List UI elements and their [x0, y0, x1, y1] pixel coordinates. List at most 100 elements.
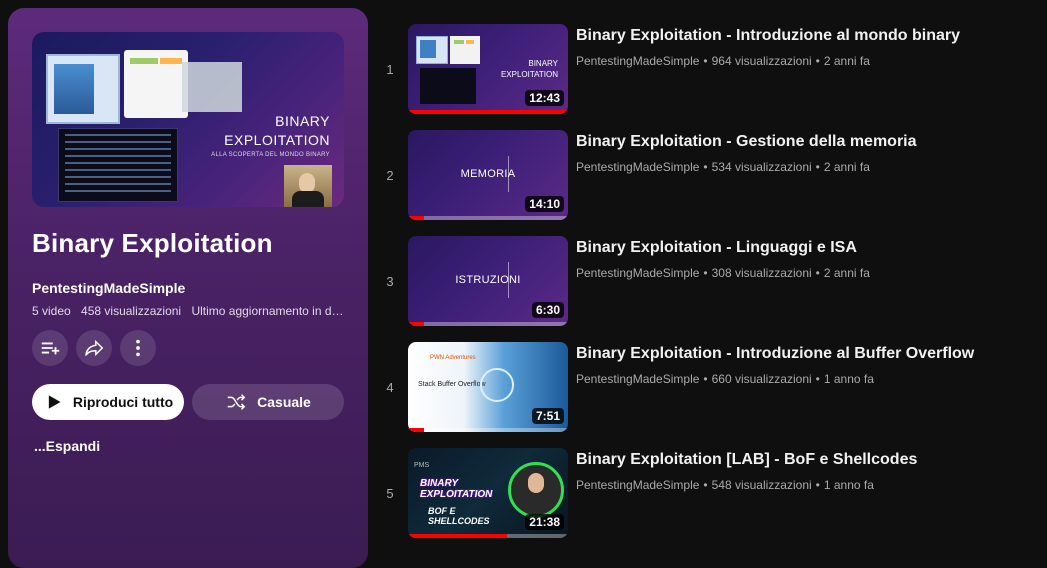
meta-separator: •	[815, 478, 820, 492]
video-channel[interactable]: PentestingMadeSimple	[576, 160, 699, 174]
video-views: 534 visualizzazioni	[711, 160, 812, 174]
expand-description-link[interactable]: ...Espandi	[34, 438, 100, 454]
playlist-title: Binary Exploitation	[32, 228, 273, 258]
video-channel[interactable]: PentestingMadeSimple	[576, 478, 699, 492]
thumb-divider	[508, 262, 509, 298]
video-duration: 14:10	[525, 196, 564, 212]
thumb-terminal-graphic	[58, 128, 178, 202]
meta-separator: •	[703, 160, 708, 174]
video-index: 3	[386, 274, 394, 289]
video-index: 4	[386, 380, 394, 395]
thumb-window-graphic	[416, 36, 448, 64]
thumb-terminal-graphic	[420, 68, 476, 104]
webcam-overlay	[284, 165, 332, 207]
playlist-video-row[interactable]: 5 PMS BINARY EXPLOITATION BOF E SHELLCOD…	[378, 448, 1047, 540]
video-duration: 12:43	[525, 90, 564, 106]
video-thumbnail[interactable]: PWN Adventures Stack Buffer Overflow 7:5…	[408, 342, 568, 432]
thumb-title: MEMORIA	[460, 168, 516, 180]
thumb-diagram-graphic	[182, 62, 242, 112]
video-meta: PentestingMadeSimple • 660 visualizzazioni…	[576, 372, 1036, 386]
save-to-playlist-button[interactable]	[32, 330, 68, 366]
playlist-channel-link[interactable]: PentestingMadeSimple	[32, 280, 185, 296]
playlist-thumbnail[interactable]: BINARY EXPLOITATION ALLA SCOPERTA DEL MO…	[32, 32, 344, 207]
video-meta: PentestingMadeSimple • 308 visualizzazioni…	[576, 266, 1036, 280]
video-age: 1 anno fa	[823, 478, 874, 492]
video-duration: 7:51	[531, 408, 564, 424]
lock-graphic	[480, 368, 514, 402]
meta-separator: •	[703, 478, 708, 492]
video-duration: 6:30	[531, 302, 564, 318]
play-all-button[interactable]: Riproduci tutto	[32, 384, 184, 420]
playlist-header-panel: BINARY EXPLOITATION ALLA SCOPERTA DEL MO…	[8, 8, 368, 568]
video-title[interactable]: Binary Exploitation - Introduzione al Bu…	[576, 345, 1036, 363]
more-vert-icon	[136, 339, 140, 357]
video-thumbnail[interactable]: PMS BINARY EXPLOITATION BOF E SHELLCODES…	[408, 448, 568, 538]
meta-separator: •	[815, 372, 820, 386]
video-index: 1	[386, 62, 394, 77]
video-views: 548 visualizzazioni	[711, 478, 812, 492]
watch-progress-bar	[408, 322, 568, 326]
share-button[interactable]	[76, 330, 112, 366]
watch-progress-bar	[408, 216, 568, 220]
video-channel[interactable]: PentestingMadeSimple	[576, 54, 699, 68]
video-channel[interactable]: PentestingMadeSimple	[576, 266, 699, 280]
play-all-label: Riproduci tutto	[72, 394, 174, 410]
thumb-window-graphic	[46, 54, 120, 124]
shuffle-button[interactable]: Casuale	[192, 384, 344, 420]
view-count: 458 visualizzazioni	[81, 304, 182, 318]
playlist-video-row[interactable]: 4 PWN Adventures Stack Buffer Overflow 7…	[378, 342, 1047, 434]
thumb-title: ISTRUZIONI	[455, 274, 521, 286]
video-title[interactable]: Binary Exploitation - Introduzione al mo…	[576, 27, 1036, 45]
thumb-title: BINARY EXPLOITATION	[500, 59, 558, 79]
video-age: 2 anni fa	[823, 160, 870, 174]
watch-progress-bar	[408, 534, 568, 538]
shuffle-icon	[227, 394, 246, 410]
playlist-stats: 5 video 458 visualizzazioni Ultimo aggio…	[32, 304, 344, 318]
video-title[interactable]: Binary Exploitation - Gestione della mem…	[576, 133, 1036, 151]
video-meta: PentestingMadeSimple • 548 visualizzazioni…	[576, 478, 1036, 492]
video-title[interactable]: Binary Exploitation [LAB] - BoF e Shellc…	[576, 451, 1036, 469]
playlist-video-row[interactable]: 3 ISTRUZIONI 6:30 Binary Exploitation - …	[378, 236, 1047, 328]
thumb-window-graphic	[124, 50, 188, 118]
video-thumbnail[interactable]: MEMORIA 14:10	[408, 130, 568, 220]
thumb-brand: PMS	[414, 462, 430, 469]
shuffle-label: Casuale	[257, 394, 311, 410]
last-updated: Ultimo aggiornamento in da...	[191, 304, 344, 318]
thumb-title: Stack Buffer Overflow	[418, 381, 486, 388]
video-duration: 21:38	[525, 514, 564, 530]
thumb-title: BINARY EXPLOITATION	[420, 478, 493, 500]
share-icon	[85, 339, 104, 357]
more-options-button[interactable]	[120, 330, 156, 366]
thumb-subtitle: ALLA SCOPERTA DEL MONDO BINARY	[211, 152, 330, 158]
thumb-title: BINARY EXPLOITATION	[224, 113, 330, 148]
thumb-subtitle: BOF E SHELLCODES	[428, 506, 490, 526]
watch-progress-bar	[408, 110, 568, 114]
video-index: 2	[386, 168, 394, 183]
video-age: 2 anni fa	[823, 54, 870, 68]
playlist-video-row[interactable]: 2 MEMORIA 14:10 Binary Exploitation - Ge…	[378, 130, 1047, 222]
meta-separator: •	[703, 54, 708, 68]
video-meta: PentestingMadeSimple • 534 visualizzazioni…	[576, 160, 1036, 174]
thumb-divider	[508, 156, 509, 192]
meta-separator: •	[815, 160, 820, 174]
video-views: 308 visualizzazioni	[711, 266, 812, 280]
video-thumbnail[interactable]: BINARY EXPLOITATION 12:43	[408, 24, 568, 114]
video-index: 5	[386, 486, 394, 501]
video-title[interactable]: Binary Exploitation - Linguaggi e ISA	[576, 239, 1036, 257]
meta-separator: •	[815, 266, 820, 280]
playlist-video-row[interactable]: 1 BINARY EXPLOITATION 12:43 Binary Explo…	[378, 24, 1047, 116]
meta-separator: •	[703, 372, 708, 386]
presenter-avatar	[508, 462, 564, 518]
watch-progress-bar	[408, 428, 568, 432]
play-icon	[48, 395, 61, 409]
playlist-add-icon	[41, 342, 60, 355]
video-views: 660 visualizzazioni	[711, 372, 812, 386]
video-age: 2 anni fa	[823, 266, 870, 280]
video-channel[interactable]: PentestingMadeSimple	[576, 372, 699, 386]
video-thumbnail[interactable]: ISTRUZIONI 6:30	[408, 236, 568, 326]
meta-separator: •	[703, 266, 708, 280]
thumb-brand: PWN Adventures	[430, 355, 476, 361]
video-views: 964 visualizzazioni	[711, 54, 812, 68]
thumb-window-graphic	[450, 36, 480, 64]
video-meta: PentestingMadeSimple • 964 visualizzazioni…	[576, 54, 1036, 68]
